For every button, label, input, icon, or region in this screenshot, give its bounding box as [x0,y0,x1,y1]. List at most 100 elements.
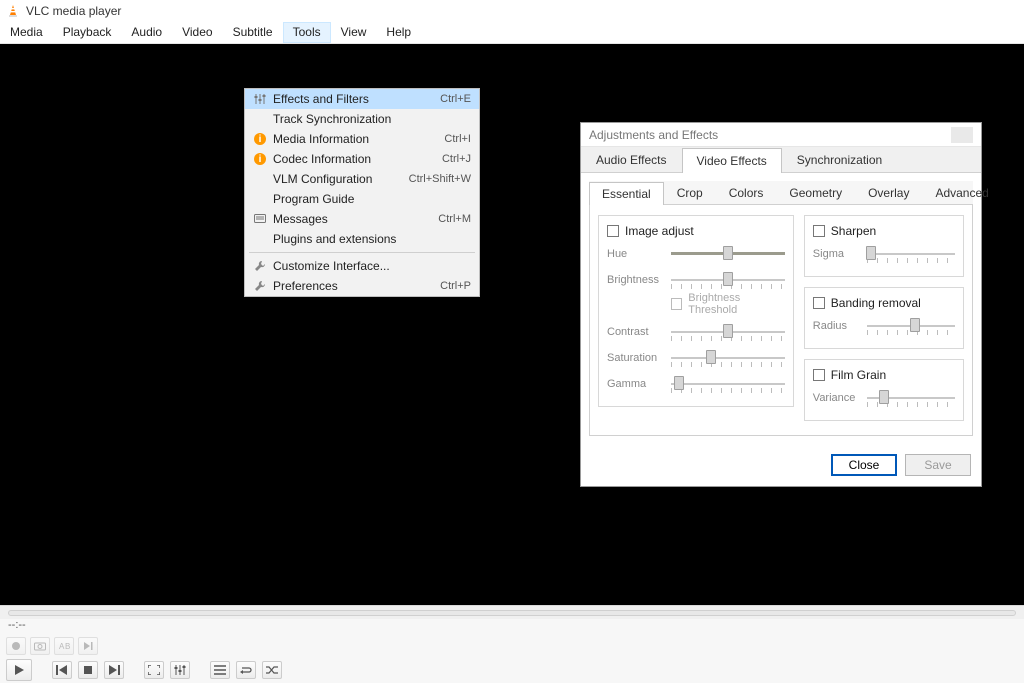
loop-button[interactable] [236,661,256,679]
tools-preferences[interactable]: Preferences Ctrl+P [245,276,479,296]
menu-item-label: VLM Configuration [269,172,401,186]
brightness-threshold-checkbox[interactable]: Brightness Threshold [671,292,785,316]
subtab-advanced[interactable]: Advanced [922,181,1001,204]
brightness-slider[interactable] [671,270,785,290]
tab-audio-effects[interactable]: Audio Effects [581,147,682,172]
film-grain-checkbox[interactable]: Film Grain [813,368,955,382]
menu-separator [249,252,475,253]
dialog-body: Essential Crop Colors Geometry Overlay A… [581,173,981,444]
messages-icon [251,214,269,224]
variance-slider[interactable] [867,388,955,408]
film-grain-group: Film Grain Variance [804,359,964,421]
image-adjust-group: Image adjust Hue Brightness Brightness T… [598,215,794,407]
menu-view[interactable]: View [331,22,377,43]
menu-help[interactable]: Help [376,22,421,43]
previous-button[interactable] [52,661,72,679]
tools-customize-interface[interactable]: Customize Interface... [245,256,479,276]
tools-program-guide[interactable]: Program Guide [245,189,479,209]
checkbox-label: Film Grain [831,368,886,382]
checkbox-label: Image adjust [625,224,694,238]
tab-video-effects[interactable]: Video Effects [682,148,782,173]
menu-item-label: Plugins and extensions [269,232,463,246]
tools-track-sync[interactable]: Track Synchronization [245,109,479,129]
frame-step-button[interactable] [78,637,98,655]
info-icon: i [251,153,269,165]
saturation-slider[interactable] [671,348,785,368]
sharpen-checkbox[interactable]: Sharpen [813,224,955,238]
contrast-slider[interactable] [671,322,785,342]
tools-effects-and-filters[interactable]: Effects and Filters Ctrl+E [245,89,479,109]
tools-vlm-config[interactable]: VLM Configuration Ctrl+Shift+W [245,169,479,189]
menu-item-shortcut: Ctrl+J [434,153,471,165]
menu-item-label: Messages [269,212,430,226]
checkbox-icon [813,297,825,309]
menu-item-label: Preferences [269,279,432,293]
tools-codec-info[interactable]: i Codec Information Ctrl+J [245,149,479,169]
vlc-window: VLC media player Media Playback Audio Vi… [0,0,1024,683]
playback-toolbar [0,657,1024,683]
tools-plugins[interactable]: Plugins and extensions [245,229,479,249]
fullscreen-button[interactable] [144,661,164,679]
subtab-overlay[interactable]: Overlay [855,181,922,204]
hue-slider[interactable] [671,244,785,264]
play-button[interactable] [6,659,32,681]
gamma-slider[interactable] [671,374,785,394]
slider-label: Contrast [607,326,663,338]
menu-item-label: Track Synchronization [269,112,463,126]
dialog-tabs-secondary: Essential Crop Colors Geometry Overlay A… [589,181,973,205]
dialog-close-icon[interactable] [951,127,973,143]
image-adjust-checkbox[interactable]: Image adjust [607,224,785,238]
checkbox-label: Brightness Threshold [688,292,785,316]
tools-dropdown: Effects and Filters Ctrl+E Track Synchro… [244,88,480,297]
subtab-crop[interactable]: Crop [664,181,716,204]
menu-item-label: Program Guide [269,192,463,206]
radius-slider[interactable] [867,316,955,336]
tools-messages[interactable]: Messages Ctrl+M [245,209,479,229]
slider-label: Variance [813,392,859,404]
sigma-slider[interactable] [867,244,955,264]
playlist-button[interactable] [210,661,230,679]
atob-loop-button[interactable]: AB [54,637,74,655]
menu-item-shortcut: Ctrl+Shift+W [401,173,471,185]
tools-media-info[interactable]: i Media Information Ctrl+I [245,129,479,149]
subtab-geometry[interactable]: Geometry [776,181,855,204]
effects-dialog: Adjustments and Effects Audio Effects Vi… [580,122,982,487]
menu-playback[interactable]: Playback [53,22,122,43]
menu-item-label: Codec Information [269,152,434,166]
save-button[interactable]: Save [905,454,971,476]
extended-settings-button[interactable] [170,661,190,679]
menu-video[interactable]: Video [172,22,222,43]
next-button[interactable] [104,661,124,679]
menu-tools[interactable]: Tools [283,22,331,43]
banding-removal-checkbox[interactable]: Banding removal [813,296,955,310]
menu-audio[interactable]: Audio [121,22,172,43]
record-button[interactable] [6,637,26,655]
shuffle-button[interactable] [262,661,282,679]
slider-label: Radius [813,320,859,332]
close-button[interactable]: Close [831,454,897,476]
menu-subtitle[interactable]: Subtitle [223,22,283,43]
dialog-footer: Close Save [581,444,981,486]
menu-media[interactable]: Media [0,22,53,43]
snapshot-button[interactable] [30,637,50,655]
menu-item-label: Customize Interface... [269,259,463,273]
info-icon: i [251,133,269,145]
subtab-colors[interactable]: Colors [716,181,777,204]
checkbox-icon [671,298,682,310]
slider-label: Gamma [607,378,663,390]
menu-item-shortcut: Ctrl+M [430,213,471,225]
seek-bar[interactable] [8,610,1016,616]
checkbox-icon [607,225,619,237]
app-title: VLC media player [26,4,121,18]
stop-button[interactable] [78,661,98,679]
svg-text:B: B [65,642,70,651]
dialog-title: Adjustments and Effects [589,128,718,142]
checkbox-icon [813,369,825,381]
wrench-icon [251,280,269,292]
vlc-cone-icon [6,4,20,18]
menu-item-shortcut: Ctrl+E [432,93,471,105]
subtab-essential[interactable]: Essential [589,182,664,205]
slider-label: Brightness [607,274,663,286]
tab-synchronization[interactable]: Synchronization [782,147,897,172]
dialog-titlebar[interactable]: Adjustments and Effects [581,123,981,147]
